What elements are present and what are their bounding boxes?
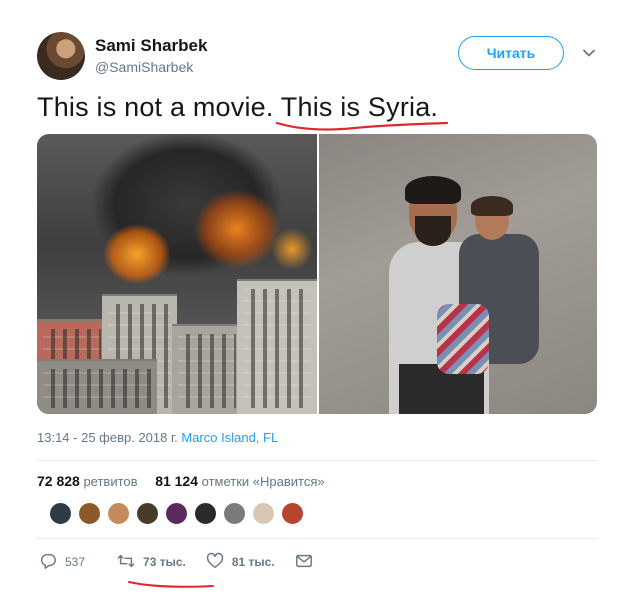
liker-avatar[interactable] [223, 502, 246, 525]
liker-avatar[interactable] [281, 502, 304, 525]
tweet-actions: 537 73 тыс. 81 тыс. [39, 552, 313, 572]
heart-icon [206, 552, 224, 573]
like-count: 81 тыс. [231, 555, 275, 569]
building [237, 279, 317, 414]
tweet-stats: 72 828 ретвитов 81 124 отметки «Нравится… [37, 473, 325, 489]
liker-avatar[interactable] [49, 502, 72, 525]
follow-button[interactable]: Читать [458, 36, 564, 70]
liker-avatar[interactable] [252, 502, 275, 525]
red-annotation-underline [275, 121, 449, 131]
photo-man-carrying-child[interactable] [317, 134, 597, 414]
tweet-card: Sami Sharbek @SamiSharbek Читать This is… [0, 0, 637, 596]
liker-avatar[interactable] [78, 502, 101, 525]
author-avatar[interactable] [37, 32, 85, 80]
tweet-meta: 13:14 - 25 февр. 2018 г. Marco Island, F… [37, 430, 278, 445]
tweet-timestamp[interactable]: 13:14 - 25 февр. 2018 г. [37, 430, 178, 445]
liker-avatar[interactable] [136, 502, 159, 525]
envelope-icon [295, 552, 313, 573]
blanket [437, 304, 489, 374]
reply-button[interactable]: 537 [39, 552, 85, 573]
reply-count: 537 [65, 555, 86, 569]
red-annotation-underline-retweets [128, 581, 214, 588]
tweet-location[interactable]: Marco Island, FL [181, 430, 278, 445]
tweet-media[interactable] [37, 134, 597, 414]
building [37, 359, 157, 414]
liker-avatar[interactable] [194, 502, 217, 525]
building [172, 324, 242, 414]
photo-explosion[interactable] [37, 134, 317, 414]
retweet-button[interactable]: 73 тыс. [117, 552, 186, 573]
message-button[interactable] [295, 552, 313, 573]
author-name[interactable]: Sami Sharbek [95, 36, 207, 56]
like-button[interactable]: 81 тыс. [206, 552, 275, 573]
divider [37, 460, 597, 461]
liker-avatar[interactable] [107, 502, 130, 525]
retweet-count: 73 тыс. [143, 555, 186, 569]
divider [37, 538, 597, 539]
likers-avatars [49, 502, 304, 525]
likes-stat[interactable]: 81 124 отметки «Нравится» [155, 473, 324, 489]
retweet-icon [117, 552, 135, 573]
liker-avatar[interactable] [165, 502, 188, 525]
chevron-down-icon[interactable] [580, 44, 598, 62]
retweets-stat[interactable]: 72 828 ретвитов [37, 473, 138, 489]
author-handle[interactable]: @SamiSharbek [95, 59, 193, 75]
reply-icon [39, 552, 57, 573]
